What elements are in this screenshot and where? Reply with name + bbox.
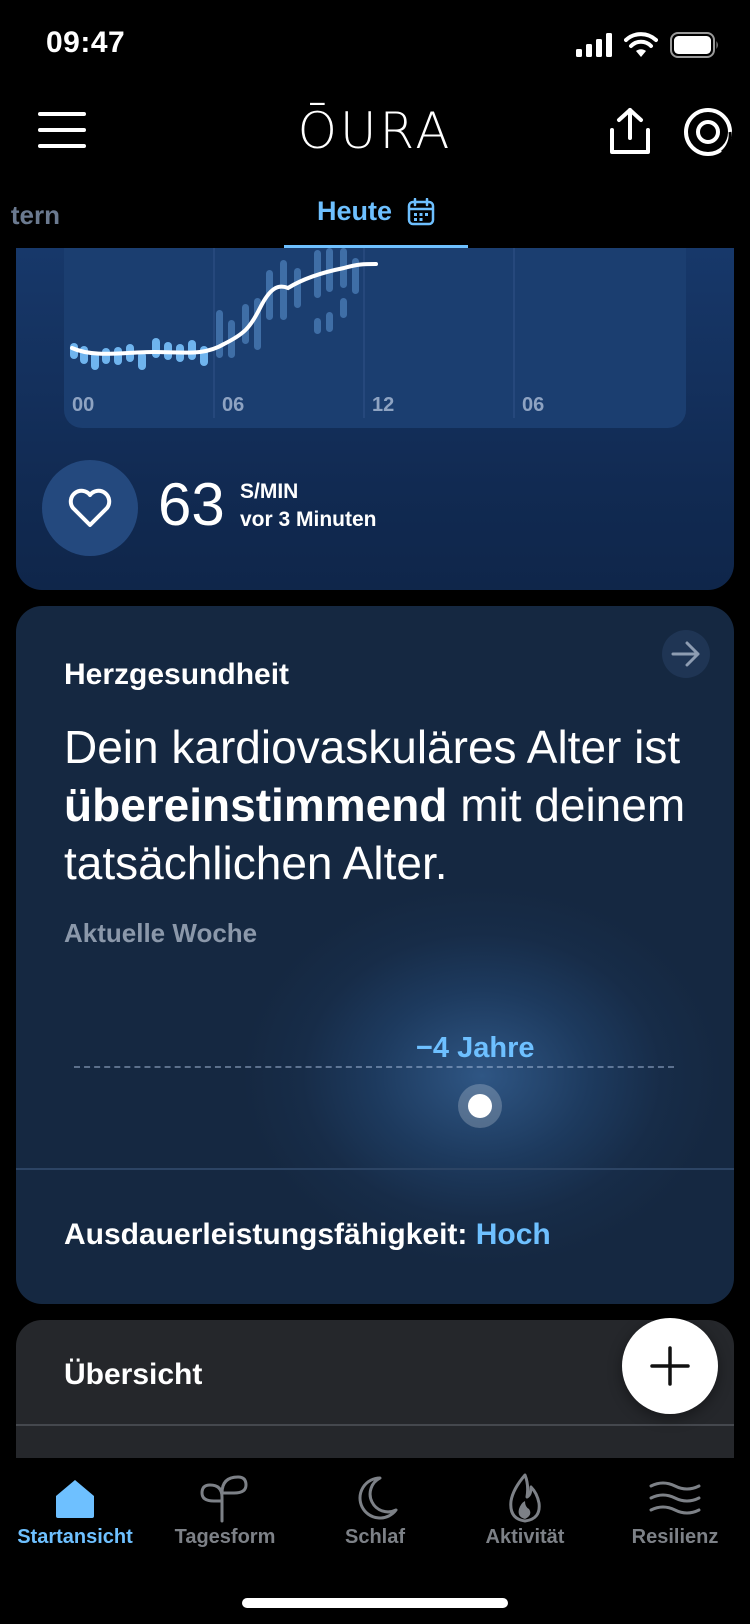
cardio-age-scale-line xyxy=(74,1066,674,1068)
arrow-right-icon xyxy=(671,641,700,667)
endurance-capacity-value: Hoch xyxy=(475,1218,551,1251)
nav-item-startansicht[interactable]: Startansicht xyxy=(0,1458,150,1578)
home-icon xyxy=(56,1480,94,1518)
heart-health-card[interactable]: Herzgesundheit Dein kardiovaskuläres Alt… xyxy=(16,606,734,1304)
nav-label: Tagesform xyxy=(174,1526,276,1548)
card-divider xyxy=(16,1168,734,1170)
heart-health-headline: Dein kardiovaskuläres Alter ist übereins… xyxy=(64,718,714,892)
waves-icon xyxy=(649,1481,701,1515)
chart-tick-label: 00 xyxy=(72,394,95,416)
app-header: ŌURA xyxy=(0,92,750,182)
heart-rate-chart: 00 06 12 06 xyxy=(64,248,686,428)
share-button[interactable] xyxy=(606,106,654,158)
tab-previous[interactable]: tern xyxy=(0,200,60,231)
battery-icon xyxy=(670,32,718,58)
tab-today[interactable]: Heute xyxy=(284,182,468,248)
overview-title: Übersicht xyxy=(64,1358,203,1391)
headline-part: Dein kardiovaskuläres Alter ist xyxy=(64,721,681,773)
heart-rate-value: 63 xyxy=(158,471,225,538)
cardio-age-marker xyxy=(458,1084,502,1128)
endurance-capacity: Ausdauerleistungsfähigkeit: Hoch xyxy=(64,1218,551,1252)
nav-item-resilienz[interactable]: Resilienz xyxy=(600,1458,750,1578)
wifi-icon xyxy=(624,32,658,57)
overview-divider xyxy=(16,1424,734,1426)
nav-label: Schlaf xyxy=(344,1526,406,1548)
heart-rate-card[interactable]: 00 06 12 06 63 S/MIN vor 3 Minuten xyxy=(16,248,734,590)
heart-rate-updated: vor 3 Minuten xyxy=(240,508,377,531)
chart-tick-label: 06 xyxy=(522,394,545,416)
tab-today-label: Heute xyxy=(317,196,393,226)
chart-tick-label: 12 xyxy=(372,394,395,416)
flame-icon xyxy=(509,1473,541,1523)
heart-health-period: Aktuelle Woche xyxy=(64,918,258,948)
heart-rate-unit: S/MIN xyxy=(240,480,299,503)
nav-item-aktivitaet[interactable]: Aktivität xyxy=(450,1458,600,1578)
share-icon xyxy=(610,108,650,154)
plus-icon xyxy=(650,1346,690,1386)
cellular-signal-icon xyxy=(576,33,612,57)
heart-health-arrow-button[interactable] xyxy=(662,630,710,678)
ring-status-button[interactable] xyxy=(682,106,734,158)
endurance-capacity-label: Ausdauerleistungsfähigkeit: xyxy=(64,1218,476,1251)
nav-label: Aktivität xyxy=(485,1526,565,1548)
ring-icon xyxy=(684,108,732,156)
calendar-icon xyxy=(407,198,435,226)
overview-card[interactable]: Übersicht xyxy=(16,1320,734,1470)
status-icons xyxy=(576,32,720,58)
heart-health-title: Herzgesundheit xyxy=(64,658,290,691)
nav-item-tagesform[interactable]: Tagesform xyxy=(150,1458,300,1578)
nav-item-schlaf[interactable]: Schlaf xyxy=(300,1458,450,1578)
cardio-age-offset: −4 Jahre xyxy=(416,1032,535,1064)
add-button[interactable] xyxy=(622,1318,718,1414)
nav-label: Resilienz xyxy=(631,1526,719,1548)
headline-emphasis: übereinstimmend xyxy=(64,779,448,831)
heart-rate-range-bars xyxy=(216,248,359,358)
heart-icon-badge xyxy=(42,460,138,556)
nav-label: Startansicht xyxy=(17,1526,133,1548)
date-tabs: tern Heute xyxy=(0,182,750,248)
chart-tick-label: 06 xyxy=(222,394,245,416)
status-bar: 09:47 xyxy=(0,0,750,90)
status-time: 09:47 xyxy=(46,26,126,59)
home-indicator[interactable] xyxy=(242,1598,508,1608)
moon-icon xyxy=(358,1476,398,1520)
heart-icon xyxy=(68,488,112,527)
sprout-icon xyxy=(200,1475,248,1523)
